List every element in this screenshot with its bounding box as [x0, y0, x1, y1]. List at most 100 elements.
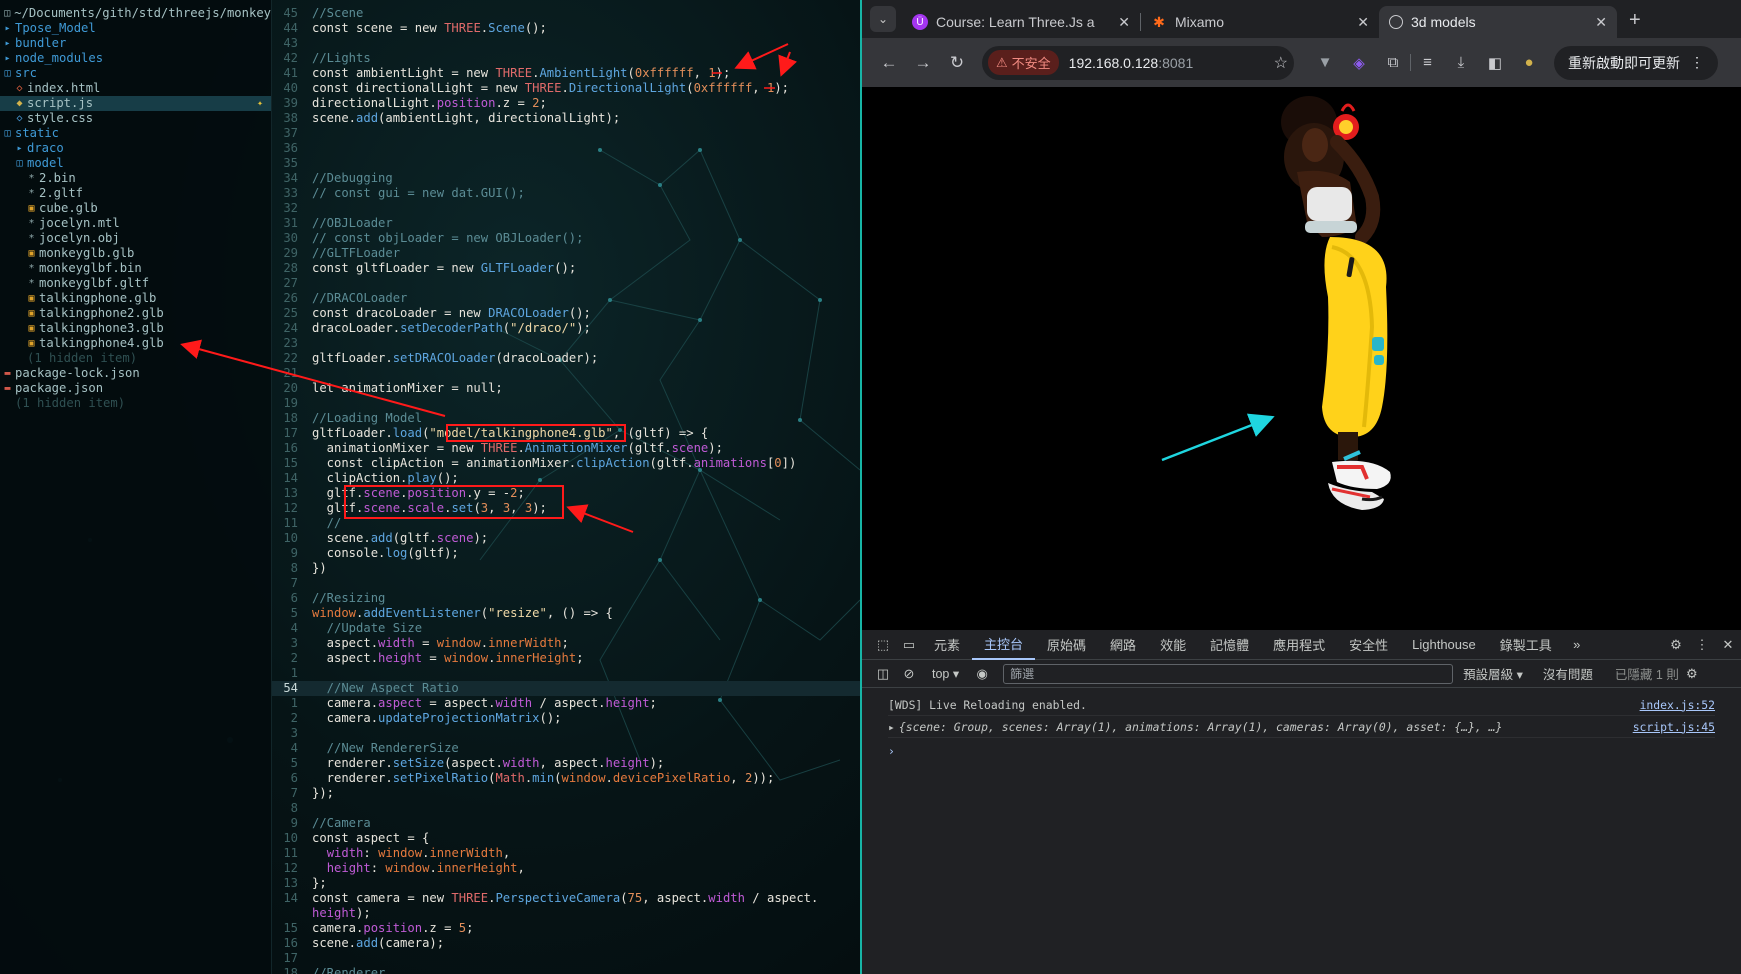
- device-toolbar-icon[interactable]: ▭: [896, 637, 922, 653]
- code-line[interactable]: 32: [272, 201, 860, 216]
- more-tabs-icon[interactable]: »: [1564, 637, 1590, 652]
- console-source-link[interactable]: script.js:45: [1633, 720, 1715, 734]
- tree-item[interactable]: ◫ src: [0, 66, 271, 81]
- tree-item[interactable]: ▣ talkingphone.glb: [0, 291, 271, 306]
- back-button[interactable]: ←: [872, 53, 906, 73]
- close-icon[interactable]: ✕: [1595, 14, 1607, 31]
- profile-avatar[interactable]: ●: [1512, 54, 1546, 71]
- tree-item[interactable]: ▣ cube.glb: [0, 201, 271, 216]
- code-line[interactable]: 13 gltf.scene.position.y = -2;: [272, 486, 860, 501]
- sidebar-toggle-icon[interactable]: ◫: [870, 666, 896, 682]
- code-line[interactable]: 10 scene.add(gltf.scene);: [272, 531, 860, 546]
- tree-item[interactable]: * 2.gltf: [0, 186, 271, 201]
- code-line[interactable]: 36: [272, 141, 860, 156]
- tree-item[interactable]: ▬ package.json: [0, 381, 271, 396]
- new-tab-button[interactable]: +: [1629, 9, 1641, 32]
- tree-item[interactable]: (1 hidden item): [0, 351, 271, 366]
- code-line[interactable]: 43: [272, 36, 860, 51]
- close-devtools-icon[interactable]: ✕: [1715, 637, 1741, 653]
- code-line[interactable]: 2 aspect.height = window.innerHeight;: [272, 651, 860, 666]
- clear-console-icon[interactable]: ⊘: [896, 666, 922, 682]
- code-line[interactable]: 40 const directionalLight = new THREE.Dir…: [272, 81, 860, 96]
- console-object[interactable]: ▸ {scene: Group, scenes: Array(1), animat…: [888, 720, 1502, 734]
- devtools-tab[interactable]: 錄製工具: [1488, 630, 1564, 660]
- code-line[interactable]: 24 dracoLoader.setDecoderPath("/draco/");: [272, 321, 860, 336]
- console-filter-input[interactable]: 篩選: [1003, 663, 1454, 684]
- tree-item[interactable]: ▸ bundler: [0, 36, 271, 51]
- kebab-menu-icon[interactable]: ⋮: [1690, 54, 1704, 71]
- tree-item[interactable]: * 2.bin: [0, 171, 271, 186]
- devtools-tab[interactable]: 原始碼: [1035, 630, 1098, 660]
- code-line[interactable]: 18 //Loading Model: [272, 411, 860, 426]
- code-line[interactable]: 18 //Renderer: [272, 966, 860, 974]
- tree-item[interactable]: * jocelyn.mtl: [0, 216, 271, 231]
- tab-search-button[interactable]: ⌄: [870, 6, 896, 32]
- settings-icon[interactable]: ⚙: [1663, 637, 1689, 653]
- tree-item[interactable]: ◆ script.js ✦: [0, 96, 271, 111]
- tree-item[interactable]: * monkeyglbf.bin: [0, 261, 271, 276]
- log-levels-select[interactable]: 預設層級 ▾: [1463, 664, 1523, 683]
- tree-item[interactable]: ▸ node_modules: [0, 51, 271, 66]
- console-prompt[interactable]: ›: [888, 744, 1715, 758]
- forward-button[interactable]: →: [906, 53, 940, 73]
- lightbulb-icon[interactable]: ✦: [257, 96, 263, 111]
- code-line[interactable]: 26 //DRACOLoader: [272, 291, 860, 306]
- code-line[interactable]: 2 camera.updateProjectionMatrix();: [272, 711, 860, 726]
- code-line[interactable]: 14 clipAction.play();: [272, 471, 860, 486]
- tree-item[interactable]: ▣ talkingphone3.glb: [0, 321, 271, 336]
- update-button[interactable]: 重新啟動即可更新 ⋮: [1554, 45, 1718, 80]
- code-line[interactable]: 19: [272, 396, 860, 411]
- code-line[interactable]: 9 console.log(gltf);: [272, 546, 860, 561]
- code-line[interactable]: 3 aspect.width = window.innerWidth;: [272, 636, 860, 651]
- tree-item[interactable]: * monkeyglbf.gltf: [0, 276, 271, 291]
- code-line[interactable]: 17 gltfLoader.load("model/talkingphone4.g…: [272, 426, 860, 441]
- code-line[interactable]: 6 renderer.setPixelRatio(Math.min(window…: [272, 771, 860, 786]
- devtools-tab[interactable]: 應用程式: [1261, 630, 1337, 660]
- issues-link[interactable]: 沒有問題: [1543, 664, 1593, 683]
- code-line[interactable]: 13};: [272, 876, 860, 891]
- code-line[interactable]: 28 const gltfLoader = new GLTFLoader();: [272, 261, 860, 276]
- code-line[interactable]: 16 scene.add(camera);: [272, 936, 860, 951]
- tab-course[interactable]: Ü Course: Learn Three.Js a ✕: [902, 6, 1140, 38]
- security-chip[interactable]: ⚠ 不安全: [988, 50, 1059, 75]
- devtools-tab[interactable]: 安全性: [1337, 630, 1400, 660]
- close-icon[interactable]: ✕: [1357, 14, 1369, 31]
- code-line[interactable]: 21: [272, 366, 860, 381]
- code-editor[interactable]: 45//Scene 44 const scene = new THREE.Scene…: [272, 0, 860, 974]
- code-line[interactable]: 7});: [272, 786, 860, 801]
- code-line[interactable]: 1 camera.aspect = aspect.width / aspect.…: [272, 696, 860, 711]
- code-line[interactable]: 34 //Debugging: [272, 171, 860, 186]
- devtools-tab[interactable]: 記憶體: [1198, 630, 1261, 660]
- tree-item[interactable]: ◫ ~/Documents/gith/std/threejs/monkey: [0, 6, 271, 21]
- code-line[interactable]: 15 camera.position.z = 5;: [272, 921, 860, 936]
- kebab-menu-icon[interactable]: ⋮: [1689, 637, 1715, 653]
- close-icon[interactable]: ✕: [1118, 14, 1130, 31]
- code-line[interactable]: 20 let animationMixer = null;: [272, 381, 860, 396]
- tree-item[interactable]: ▸ draco: [0, 141, 271, 156]
- console-row[interactable]: ▸ {scene: Group, scenes: Array(1), animat…: [888, 716, 1715, 738]
- code-line[interactable]: 23: [272, 336, 860, 351]
- webgl-canvas[interactable]: [862, 87, 1741, 630]
- url-text[interactable]: 192.168.0.128:8081: [1069, 55, 1274, 71]
- code-line[interactable]: 45 //Scene: [272, 6, 860, 21]
- code-line[interactable]: 30 // const objLoader = new OBJLoader();: [272, 231, 860, 246]
- code-line[interactable]: 1: [272, 666, 860, 681]
- code-line[interactable]: 8: [272, 801, 860, 816]
- code-line[interactable]: 11 width: window.innerWidth,: [272, 846, 860, 861]
- reload-button[interactable]: ↻: [940, 53, 974, 73]
- code-line[interactable]: 6 //Resizing: [272, 591, 860, 606]
- devtools-tab[interactable]: 網路: [1098, 630, 1148, 660]
- tree-item[interactable]: ◇ style.css: [0, 111, 271, 126]
- code-line[interactable]: 14 const camera = new THREE.PerspectiveCa…: [272, 891, 860, 906]
- extensions-puzzle-icon[interactable]: ⧉: [1376, 54, 1410, 71]
- code-line[interactable]: 15 const clipAction = animationMixer.cli…: [272, 456, 860, 471]
- code-line[interactable]: 27: [272, 276, 860, 291]
- code-line[interactable]: 39 directionalLight.position.z = 2;: [272, 96, 860, 111]
- devtools-tab[interactable]: 元素: [922, 630, 972, 660]
- code-line[interactable]: 12 height: window.innerHeight,: [272, 861, 860, 876]
- tree-item[interactable]: ▣ monkeyglb.glb: [0, 246, 271, 261]
- code-line[interactable]: 8}): [272, 561, 860, 576]
- code-line[interactable]: 5 window.addEventListener("resize", () =>…: [272, 606, 860, 621]
- inspect-element-icon[interactable]: ⬚: [870, 637, 896, 653]
- code-line[interactable]: 16 animationMixer = new THREE.AnimationM…: [272, 441, 860, 456]
